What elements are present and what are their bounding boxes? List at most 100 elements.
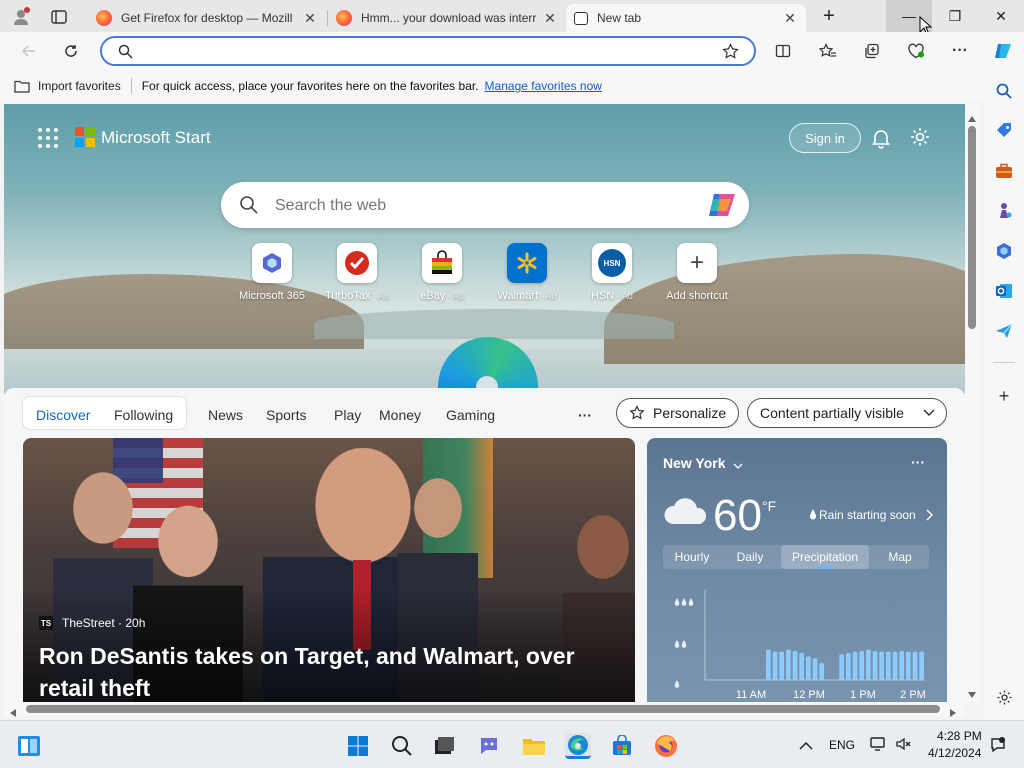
close-tab-icon[interactable]: ✕	[782, 10, 798, 27]
sidebar-divider	[993, 362, 1015, 363]
tab-money[interactable]: Money	[379, 407, 421, 423]
sign-in-button[interactable]: Sign in	[789, 123, 861, 153]
article-headline-line2[interactable]: retail theft	[39, 675, 150, 702]
input-language[interactable]: ENG	[829, 738, 855, 752]
sidebar-settings-gear-icon[interactable]	[993, 686, 1015, 708]
shortcut-turbotax[interactable]: TurboTax · Ad	[317, 243, 397, 302]
shortcut-ebay[interactable]: eBay · Ad	[402, 243, 482, 302]
personalize-button[interactable]: Personalize	[616, 398, 739, 428]
collections-icon[interactable]	[859, 39, 885, 63]
edge-browser-taskbar-icon[interactable]	[565, 733, 591, 759]
microsoft-start-brand[interactable]: Microsoft Start	[101, 128, 211, 148]
drop-send-icon[interactable]	[993, 320, 1015, 342]
microsoft-store-icon[interactable]	[609, 733, 635, 759]
chat-teams-icon[interactable]	[476, 733, 502, 759]
page-settings-gear-icon[interactable]	[909, 126, 931, 151]
tab-sports[interactable]: Sports	[266, 407, 306, 423]
add-favorite-star-icon[interactable]	[722, 43, 739, 63]
weather-tab-daily[interactable]: Daily	[725, 545, 775, 569]
show-hidden-icons-chevron-icon[interactable]	[799, 739, 813, 754]
copilot-icon[interactable]	[990, 39, 1016, 63]
horizontal-scrollbar[interactable]	[4, 702, 965, 717]
article-headline-line1[interactable]: Ron DeSantis takes on Target, and Walmar…	[39, 643, 575, 670]
temperature-unit[interactable]: °F	[762, 498, 776, 514]
copilot-search-icon[interactable]	[707, 191, 737, 222]
shortcut-microsoft-365[interactable]: Microsoft 365	[232, 243, 312, 302]
outlook-icon[interactable]	[993, 280, 1015, 302]
add-shortcut-button[interactable]: + Add shortcut	[657, 243, 737, 302]
favorites-bar: Import favorites For quick access, place…	[0, 70, 985, 102]
shopping-tag-icon[interactable]	[993, 120, 1015, 142]
show-desktop-widget-icon[interactable]	[16, 733, 42, 759]
scroll-left-arrow-icon[interactable]	[10, 705, 16, 720]
start-windows-icon[interactable]	[345, 733, 371, 759]
address-input[interactable]	[142, 42, 702, 60]
notification-center-icon[interactable]	[990, 736, 1006, 757]
clock-time[interactable]: 4:28 PM	[937, 729, 982, 743]
search-input[interactable]	[275, 195, 675, 217]
restore-button[interactable]: ❐	[932, 0, 978, 32]
weather-tab-map[interactable]: Map	[875, 545, 925, 569]
close-window-button[interactable]: ✕	[978, 0, 1024, 32]
taskbar-search-icon[interactable]	[389, 733, 415, 759]
tab-new-tab[interactable]: New tab ✕	[566, 4, 806, 32]
clock-date[interactable]: 4/12/2024	[928, 746, 981, 760]
tab-play[interactable]: Play	[334, 407, 361, 423]
sidebar-search-icon[interactable]	[993, 80, 1015, 102]
web-search-box[interactable]	[221, 182, 749, 228]
volume-muted-icon[interactable]	[895, 736, 911, 755]
games-chess-icon[interactable]	[993, 200, 1015, 222]
shortcut-walmart[interactable]: Walmart · Ad	[487, 243, 567, 302]
precip-bar	[786, 649, 791, 680]
firefox-taskbar-icon[interactable]	[653, 733, 679, 759]
vertical-scroll-thumb[interactable]	[968, 126, 976, 329]
settings-more-icon[interactable]: ···	[947, 39, 973, 63]
browser-essentials-icon[interactable]	[903, 39, 929, 63]
tab-firefox-download[interactable]: Get Firefox for desktop — Mozill ✕	[88, 4, 326, 32]
new-tab-button[interactable]: +	[806, 0, 852, 32]
shortcut-hsn[interactable]: HSN HSN · Ad	[572, 243, 652, 302]
rain-alert[interactable]: Rain starting soon	[819, 508, 916, 522]
import-favorites-button[interactable]: Import favorites	[38, 79, 121, 93]
weather-card[interactable]: New York ··· 60 °F Rain starting soon Ho…	[647, 438, 947, 702]
content-visibility-dropdown[interactable]: Content partially visible	[747, 398, 947, 428]
more-categories-button[interactable]: ···	[578, 407, 592, 423]
precip-bar	[879, 651, 884, 680]
scroll-up-arrow-icon[interactable]	[968, 110, 976, 125]
manage-favorites-link[interactable]: Manage favorites now	[485, 79, 602, 93]
tab-download-interrupted[interactable]: Hmm... your download was interr ✕	[328, 4, 566, 32]
article-source[interactable]: TheStreet · 20h	[62, 616, 145, 630]
microsoft-365-icon[interactable]	[993, 240, 1015, 262]
tab-discover[interactable]: Discover	[36, 407, 90, 423]
close-tab-icon[interactable]: ✕	[302, 10, 318, 27]
tools-briefcase-icon[interactable]	[993, 160, 1015, 182]
time-tick-label: 1 PM	[850, 689, 876, 701]
location-chevron-down-icon[interactable]	[733, 458, 743, 473]
profile-icon[interactable]	[10, 6, 32, 28]
network-icon[interactable]	[869, 735, 887, 756]
weather-tab-hourly[interactable]: Hourly	[663, 545, 721, 569]
tab-news[interactable]: News	[208, 407, 243, 423]
split-screen-icon[interactable]	[770, 39, 796, 63]
address-bar[interactable]	[100, 36, 756, 66]
file-explorer-icon[interactable]	[521, 733, 547, 759]
scroll-down-arrow-icon[interactable]	[968, 686, 976, 701]
refresh-icon[interactable]	[58, 39, 84, 63]
notifications-bell-icon[interactable]	[870, 127, 892, 152]
tab-gaming[interactable]: Gaming	[446, 407, 495, 423]
weather-location[interactable]: New York	[663, 455, 726, 471]
top-story-card[interactable]: TS TheStreet · 20h Ron DeSantis takes on…	[23, 438, 635, 702]
tab-following[interactable]: Following	[114, 407, 173, 423]
favorites-icon[interactable]	[815, 39, 841, 63]
shortcut-label: Microsoft 365	[238, 290, 306, 302]
weather-more-options[interactable]: ···	[911, 454, 925, 470]
apps-launcher-icon[interactable]	[38, 128, 58, 148]
task-view-icon[interactable]	[431, 733, 457, 759]
close-tab-icon[interactable]: ✕	[542, 10, 558, 27]
back-icon[interactable]	[16, 39, 42, 63]
vertical-scrollbar[interactable]	[965, 104, 979, 702]
horizontal-scroll-thumb[interactable]	[26, 705, 940, 713]
add-sidebar-app-icon[interactable]: +	[993, 385, 1015, 407]
scroll-right-arrow-icon[interactable]	[950, 705, 956, 720]
tab-actions-icon[interactable]	[50, 8, 68, 26]
